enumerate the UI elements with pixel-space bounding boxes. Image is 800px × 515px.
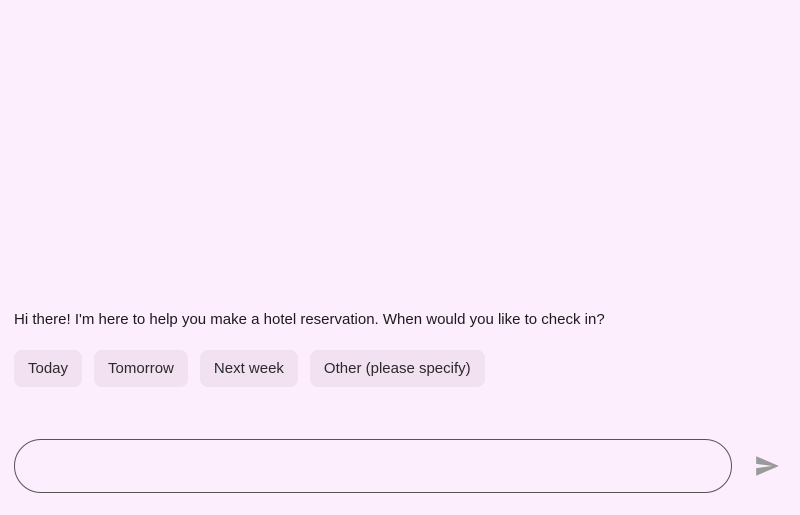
send-button[interactable] [748,447,786,485]
message-input[interactable] [14,439,732,493]
quick-reply-tomorrow[interactable]: Tomorrow [94,350,188,387]
quick-reply-today[interactable]: Today [14,350,82,387]
send-icon [754,453,780,479]
quick-reply-next-week[interactable]: Next week [200,350,298,387]
input-row [14,439,786,493]
chat-area: Hi there! I'm here to help you make a ho… [14,309,786,439]
quick-reply-other[interactable]: Other (please specify) [310,350,485,387]
bot-message: Hi there! I'm here to help you make a ho… [14,309,786,330]
quick-replies-container: Today Tomorrow Next week Other (please s… [14,350,786,387]
